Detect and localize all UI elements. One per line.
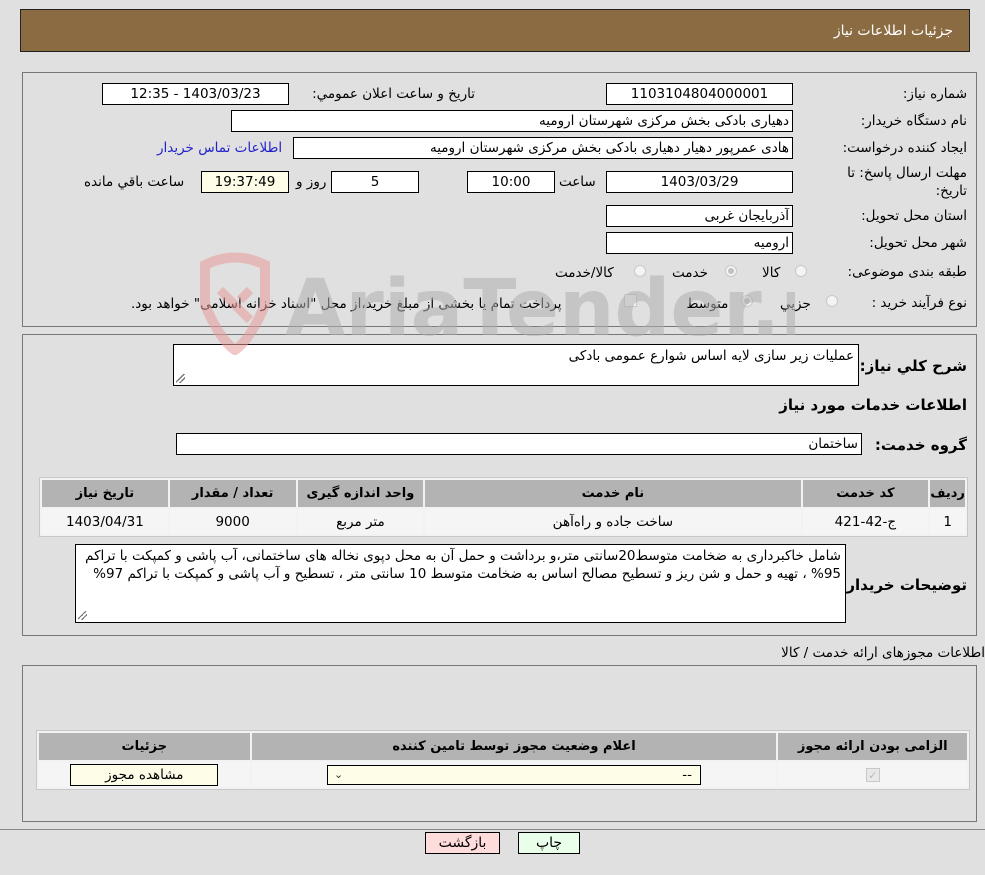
description-text: عملیات زیر سازی لایه اساس شوارع عمومی با… — [568, 348, 854, 364]
permits-table: الزامی بودن ارائه مجوز اعلام وضعيت مجوز … — [36, 730, 970, 790]
col-permit-required: الزامی بودن ارائه مجوز — [778, 733, 967, 760]
services-table: رديف کد خدمت نام خدمت واحد اندازه گيری ت… — [39, 477, 968, 537]
category-label: طبقه بندی موضوعی: — [847, 264, 967, 280]
cell-quantity: 9000 — [169, 509, 296, 534]
cell-need-date: 1403/04/31 — [42, 509, 168, 534]
need-number-label: شماره نياز: — [902, 86, 967, 102]
time-remaining-field: 19:37:49 — [201, 171, 289, 193]
buyer-notes-textarea[interactable]: شامل خاکبرداری به ضخامت متوسط20سانتی متر… — [75, 544, 846, 623]
city-field: ارومیه — [606, 232, 793, 254]
category-goods-service-label: کالا/خدمت — [555, 265, 614, 281]
table-row: 1 ج-42-421 ساخت جاده و راه‌آهن متر مربع … — [42, 509, 965, 534]
city-label: شهر محل تحويل: — [869, 235, 967, 251]
description-label: شرح کلي نياز: — [859, 357, 967, 375]
deadline-time-label: ساعت — [559, 174, 596, 190]
announce-datetime-field: 1403/03/23 - 12:35 — [102, 83, 289, 105]
resize-grip-icon[interactable] — [176, 374, 185, 383]
col-unit: واحد اندازه گيری — [297, 480, 424, 507]
announce-datetime-label: تاريخ و ساعت اعلان عمومي: — [312, 86, 475, 102]
deadline-label: مهلت ارسال پاسخ: تا تاريخ: — [847, 165, 967, 199]
category-goods-label: کالا — [762, 265, 781, 281]
col-service-code: کد خدمت — [802, 480, 929, 507]
back-button[interactable]: بازگشت — [425, 832, 500, 854]
purchase-type-medium-label: متوسط — [686, 296, 729, 312]
purchase-type-minor-label: جزيي — [780, 296, 811, 312]
deadline-time-field: 10:00 — [467, 171, 555, 193]
buyer-notes-label: توضيحات خريدار: — [840, 576, 967, 594]
col-permit-details: جزئيات — [39, 733, 250, 760]
cell-permit-details: مشاهده مجوز — [39, 762, 250, 787]
chevron-down-icon: ⌄ — [334, 767, 344, 781]
province-field: آذربایجان غربی — [606, 205, 793, 227]
category-service-label: خدمت — [672, 265, 708, 281]
permits-section-title: اطلاعات مجوزهای ارائه خدمت / کالا — [781, 645, 985, 661]
footer-divider — [0, 829, 985, 830]
view-permit-button[interactable]: مشاهده مجوز — [70, 763, 219, 786]
category-goods-service-radio[interactable] — [634, 265, 646, 277]
cell-service-code: ج-42-421 — [802, 509, 929, 534]
requester-field: هادی عمرپور دهیار دهیاری بادکی بخش مرکزی… — [293, 137, 793, 159]
buyer-notes-text: شامل خاکبرداری به ضخامت متوسط20سانتی متر… — [85, 548, 841, 582]
buyer-org-label: نام دستگاه خريدار: — [860, 113, 967, 129]
services-table-header: رديف کد خدمت نام خدمت واحد اندازه گيری ت… — [42, 480, 965, 507]
category-service-radio[interactable] — [725, 265, 737, 277]
cell-row-number: 1 — [930, 509, 965, 534]
cell-service-name: ساخت جاده و راه‌آهن — [425, 509, 801, 534]
col-permit-status: اعلام وضعيت مجوز توسط تامين کننده — [251, 733, 777, 760]
permit-required-checkbox[interactable]: ✓ — [865, 767, 880, 782]
cell-unit: متر مربع — [297, 509, 424, 534]
resize-grip-icon[interactable] — [78, 611, 87, 620]
page-header: جزئيات اطلاعات نياز — [20, 9, 970, 52]
col-service-name: نام خدمت — [425, 480, 801, 507]
permit-status-value: -- — [682, 766, 693, 783]
service-group-label: گروه خدمت: — [874, 436, 967, 454]
purchase-type-minor-radio[interactable] — [826, 295, 838, 307]
print-button[interactable]: چاپ — [518, 832, 580, 854]
deadline-date-field: 1403/03/29 — [606, 171, 793, 193]
purchase-type-medium-radio[interactable] — [741, 295, 753, 307]
need-number-field: 1103104804000001 — [606, 83, 793, 105]
services-heading: اطلاعات خدمات مورد نياز — [779, 396, 967, 414]
province-label: استان محل تحويل: — [861, 208, 967, 224]
col-quantity: تعداد / مقدار — [169, 480, 296, 507]
col-row-number: رديف — [930, 480, 965, 507]
requester-label: ايجاد کننده درخواست: — [842, 140, 967, 156]
description-textarea[interactable]: عملیات زیر سازی لایه اساس شوارع عمومی با… — [173, 344, 859, 386]
page-title: جزئيات اطلاعات نياز — [833, 23, 953, 39]
time-remaining-label: ساعت باقي مانده — [84, 174, 185, 190]
permits-table-header: الزامی بودن ارائه مجوز اعلام وضعيت مجوز … — [39, 733, 967, 760]
treasury-bonds-checkbox[interactable] — [624, 294, 637, 307]
col-need-date: تاريخ نياز — [42, 480, 168, 507]
table-row: ✓ -- ⌄ مشاهده مجوز — [39, 762, 967, 787]
cell-permit-status: -- ⌄ — [251, 762, 777, 787]
category-goods-radio[interactable] — [795, 265, 807, 277]
days-label: روز و — [296, 174, 327, 190]
cell-permit-required: ✓ — [778, 762, 967, 787]
treasury-bonds-label: پرداخت تمام يا بخشی از مبلغ خريد،از محل … — [131, 296, 562, 312]
buyer-org-field: دهیاری بادکی بخش مرکزی شهرستان ارومیه — [231, 110, 793, 132]
buyer-contact-link[interactable]: اطلاعات تماس خريدار — [157, 140, 282, 156]
purchase-type-label: نوع فرآيند خريد : — [871, 295, 967, 311]
days-remaining-field: 5 — [331, 171, 419, 193]
service-group-field: ساختمان — [176, 433, 862, 455]
permit-status-select[interactable]: -- ⌄ — [327, 764, 702, 785]
